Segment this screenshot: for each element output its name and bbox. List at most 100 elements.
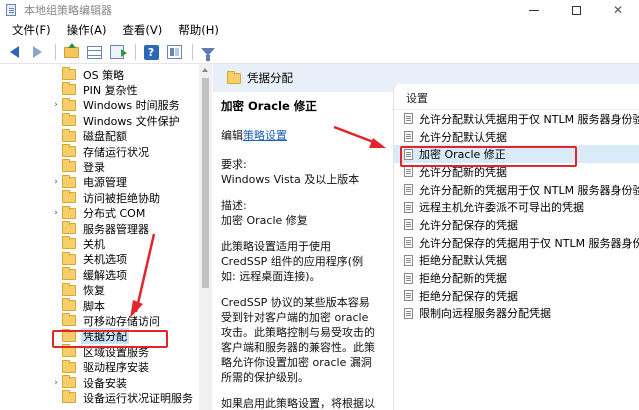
setting-row[interactable]: 允许分配保存的凭据 xyxy=(394,216,639,234)
title-bar: 本地组策略编辑器 ✕ xyxy=(0,0,639,20)
minimize-button[interactable] xyxy=(513,0,555,20)
scroll-up-arrow-icon[interactable] xyxy=(202,68,208,72)
tree-item[interactable]: 关机 xyxy=(50,236,107,251)
show-hide-tree-button[interactable] xyxy=(84,42,104,62)
tree-item-label: 关机选项 xyxy=(83,253,127,267)
tree-item-label: OS 策略 xyxy=(83,68,125,82)
tree-item[interactable]: Windows 文件保护 xyxy=(50,113,182,128)
tree-item[interactable]: 服务器管理器 xyxy=(50,221,151,236)
setting-row[interactable]: 限制向远程服务器分配凭据 xyxy=(394,305,639,323)
requirements-block: 要求: Windows Vista 及以上版本 xyxy=(221,157,377,187)
setting-row[interactable]: 拒绝分配新的凭据 xyxy=(394,269,639,287)
setting-row[interactable]: 允许分配新的凭据 xyxy=(394,163,639,181)
export-icon xyxy=(110,45,127,59)
policy-setting-icon xyxy=(404,113,413,125)
window-title: 本地组策略编辑器 xyxy=(24,4,112,17)
tree-item[interactable]: › Windows 时间服务 xyxy=(50,97,182,113)
tree-item[interactable]: 磁盘配额 xyxy=(50,128,129,144)
description-pane: 加密 Oracle 修正 编辑策略设置 要求: Windows Vista 及以… xyxy=(213,92,385,410)
tree-item[interactable]: 驱动程序安装 xyxy=(50,359,151,375)
folder-icon xyxy=(62,313,76,327)
tree-item-label: 设备运行状况证明服务 xyxy=(83,391,193,405)
setting-row[interactable]: 允许分配默认凭据用于仅 NTLM 服务器身份验证 xyxy=(394,110,639,128)
policy-setting-icon xyxy=(404,290,413,302)
tree-item[interactable]: 访问被拒绝协助 xyxy=(50,190,162,205)
menu-help[interactable]: 帮助(H) xyxy=(170,20,227,41)
edit-policy-link[interactable]: 策略设置 xyxy=(243,129,287,142)
console-tree-icon xyxy=(86,45,102,59)
close-button[interactable]: ✕ xyxy=(597,0,639,20)
setting-row[interactable]: 加密 Oracle 修正 xyxy=(394,145,639,164)
folder-icon xyxy=(62,144,76,157)
filter-button[interactable] xyxy=(198,42,218,62)
expand-chevron-icon[interactable]: › xyxy=(50,378,62,388)
tree-item[interactable]: 凭据分配 xyxy=(50,328,129,345)
tree-item[interactable]: 缓解选项 xyxy=(50,267,129,282)
policy-setting-icon xyxy=(404,148,413,160)
tree-item[interactable]: 设备运行状况证明服务 xyxy=(50,390,195,405)
properties-icon xyxy=(166,45,182,59)
tree-item-label: 脚本 xyxy=(83,299,105,313)
setting-row[interactable]: 远程主机允许委派不可导出的凭据 xyxy=(394,198,639,216)
scrollbar-thumb[interactable] xyxy=(202,78,209,288)
settings-column-header[interactable]: 设置 xyxy=(394,84,639,110)
expand-chevron-icon[interactable]: › xyxy=(50,208,62,218)
setting-label: 允许分配默认凭据用于仅 NTLM 服务器身份验证 xyxy=(419,112,639,126)
help-button[interactable]: ? xyxy=(141,42,161,62)
tree-item-label: 区域设置服务 xyxy=(83,345,149,359)
tree-item[interactable]: 存储运行状况 xyxy=(50,144,151,159)
tree-item[interactable]: 登录 xyxy=(50,159,107,174)
tree-item-label: 分布式 COM xyxy=(83,207,146,221)
tree-item[interactable]: 恢复 xyxy=(50,282,107,298)
folder-icon xyxy=(62,128,76,142)
tree-item[interactable]: 关机选项 xyxy=(50,251,129,267)
setting-row[interactable]: 拒绝分配保存的凭据 xyxy=(394,287,639,305)
setting-row[interactable]: 允许分配保存的凭据用于仅 NTLM 服务器身份验证 xyxy=(394,234,639,252)
tree-item[interactable]: › 电源管理 xyxy=(50,174,129,190)
back-button[interactable] xyxy=(4,42,24,62)
tree-item[interactable]: › 设备安装 xyxy=(50,375,129,390)
tree-item-label: Windows 时间服务 xyxy=(83,99,180,113)
properties-button[interactable] xyxy=(164,42,184,62)
policy-setting-icon xyxy=(404,131,413,143)
tree-item[interactable]: 区域设置服务 xyxy=(50,344,151,359)
setting-label: 加密 Oracle 修正 xyxy=(419,148,506,162)
expand-chevron-icon[interactable]: › xyxy=(50,100,62,110)
setting-label: 远程主机允许委派不可导出的凭据 xyxy=(419,201,584,215)
tree-scrollbar[interactable] xyxy=(199,64,212,410)
policy-setting-icon xyxy=(404,307,413,319)
menu-view[interactable]: 查看(V) xyxy=(114,20,170,41)
requirements-text: Windows Vista 及以上版本 xyxy=(221,173,360,186)
folder-icon xyxy=(62,359,76,373)
toolbar-separator xyxy=(55,44,56,60)
up-folder-button[interactable] xyxy=(61,42,81,62)
policy-setting-icon xyxy=(404,184,413,196)
tree-item-label: 电源管理 xyxy=(83,176,127,190)
tree-item-label: 设备安装 xyxy=(83,376,127,390)
tree-item[interactable]: 可移动存储访问 xyxy=(50,313,162,328)
folder-icon xyxy=(62,174,76,188)
setting-row[interactable]: 允许分配新的凭据用于仅 NTLM 服务器身份验证 xyxy=(394,181,639,199)
up-folder-icon xyxy=(63,42,79,58)
tree-item[interactable]: › 分布式 COM xyxy=(50,205,147,221)
forward-button[interactable] xyxy=(27,42,47,62)
policy-title: 加密 Oracle 修正 xyxy=(221,99,317,113)
folder-icon xyxy=(62,205,76,219)
setting-label: 允许分配默认凭据 xyxy=(419,130,507,144)
setting-label: 允许分配保存的凭据用于仅 NTLM 服务器身份验证 xyxy=(419,236,639,250)
policy-setting-icon xyxy=(404,166,413,178)
menu-file[interactable]: 文件(F) xyxy=(4,20,59,41)
tree-item[interactable]: 脚本 xyxy=(50,298,107,313)
folder-icon xyxy=(62,344,76,358)
export-list-button[interactable] xyxy=(107,42,127,62)
setting-row[interactable]: 允许分配默认凭据 xyxy=(394,128,639,146)
tree-item-label: 存储运行状况 xyxy=(83,145,149,159)
folder-icon xyxy=(62,67,76,80)
setting-row[interactable]: 拒绝分配默认凭据 xyxy=(394,252,639,270)
requirements-label: 要求: xyxy=(221,158,247,171)
expand-chevron-icon[interactable]: › xyxy=(50,177,62,187)
maximize-button[interactable] xyxy=(555,0,597,20)
tree-item[interactable]: PIN 复杂性 xyxy=(50,82,140,97)
menu-action[interactable]: 操作(A) xyxy=(59,20,115,41)
tree-item[interactable]: OS 策略 xyxy=(50,67,126,82)
